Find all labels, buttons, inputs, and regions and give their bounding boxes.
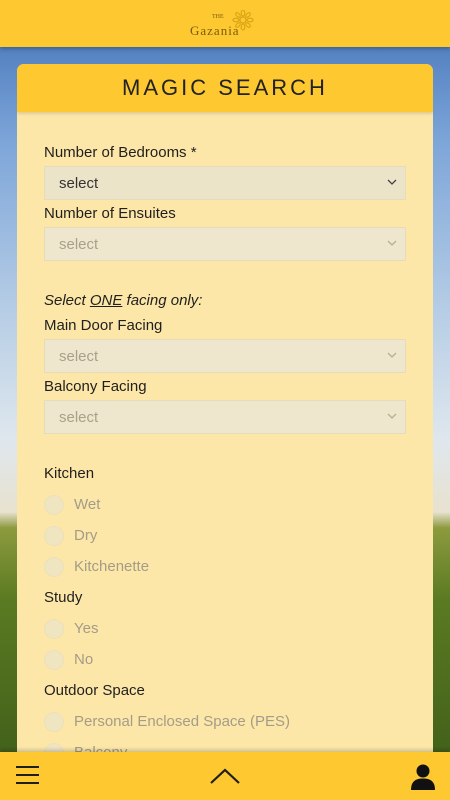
- user-icon[interactable]: [410, 763, 436, 791]
- bottom-nav-bar: [0, 752, 450, 800]
- radio-button[interactable]: [44, 712, 64, 732]
- magic-search-card: MAGIC SEARCH Number of Bedrooms * select…: [17, 64, 433, 764]
- hamburger-icon[interactable]: [16, 766, 39, 786]
- main-door-select[interactable]: select: [44, 339, 406, 373]
- ensuites-select[interactable]: select: [44, 227, 406, 261]
- bedrooms-label: Number of Bedrooms *: [44, 144, 197, 161]
- option-label: Kitchenette: [74, 558, 150, 575]
- facing-note-pre: Select: [44, 292, 90, 309]
- option-label: Yes: [74, 620, 99, 637]
- top-bar: THE Gazania: [0, 0, 450, 47]
- bedrooms-select-value: select: [59, 175, 99, 192]
- radio-button[interactable]: [44, 557, 64, 577]
- main-door-select-value: select: [59, 348, 99, 365]
- option-label: Wet: [74, 496, 101, 513]
- ensuites-select-value: select: [59, 236, 99, 253]
- gazania-logo[interactable]: THE Gazania: [186, 8, 266, 40]
- balcony-facing-label: Balcony Facing: [44, 378, 147, 395]
- study-label: Study: [44, 589, 83, 606]
- facing-note-post: facing only:: [122, 292, 203, 309]
- logo-the-text: THE: [212, 14, 224, 20]
- ensuites-label: Number of Ensuites: [44, 205, 176, 222]
- chevron-down-icon: [387, 352, 397, 358]
- balcony-facing-select-value: select: [59, 409, 99, 426]
- chevron-down-icon: [387, 240, 397, 246]
- balcony-facing-select[interactable]: select: [44, 400, 406, 434]
- radio-button[interactable]: [44, 495, 64, 515]
- radio-button[interactable]: [44, 526, 64, 546]
- radio-button[interactable]: [44, 619, 64, 639]
- chevron-down-icon: [387, 179, 397, 185]
- option-label: Personal Enclosed Space (PES): [74, 713, 290, 730]
- bedrooms-select[interactable]: select: [44, 166, 406, 200]
- outdoor-space-label: Outdoor Space: [44, 682, 145, 699]
- card-header: MAGIC SEARCH: [17, 64, 433, 112]
- main-door-label: Main Door Facing: [44, 317, 163, 334]
- radio-button[interactable]: [44, 650, 64, 670]
- facing-instruction: Select ONE facing only:: [44, 292, 202, 309]
- sunflower-logo-icon: [232, 10, 254, 31]
- facing-note-emphasis: ONE: [89, 292, 123, 309]
- kitchen-label: Kitchen: [44, 465, 95, 482]
- chevron-down-icon: [387, 413, 397, 419]
- option-label: No: [74, 651, 94, 668]
- chevron-up-icon[interactable]: [208, 766, 242, 786]
- option-label: Dry: [74, 527, 98, 544]
- card-title: MAGIC SEARCH: [122, 75, 328, 100]
